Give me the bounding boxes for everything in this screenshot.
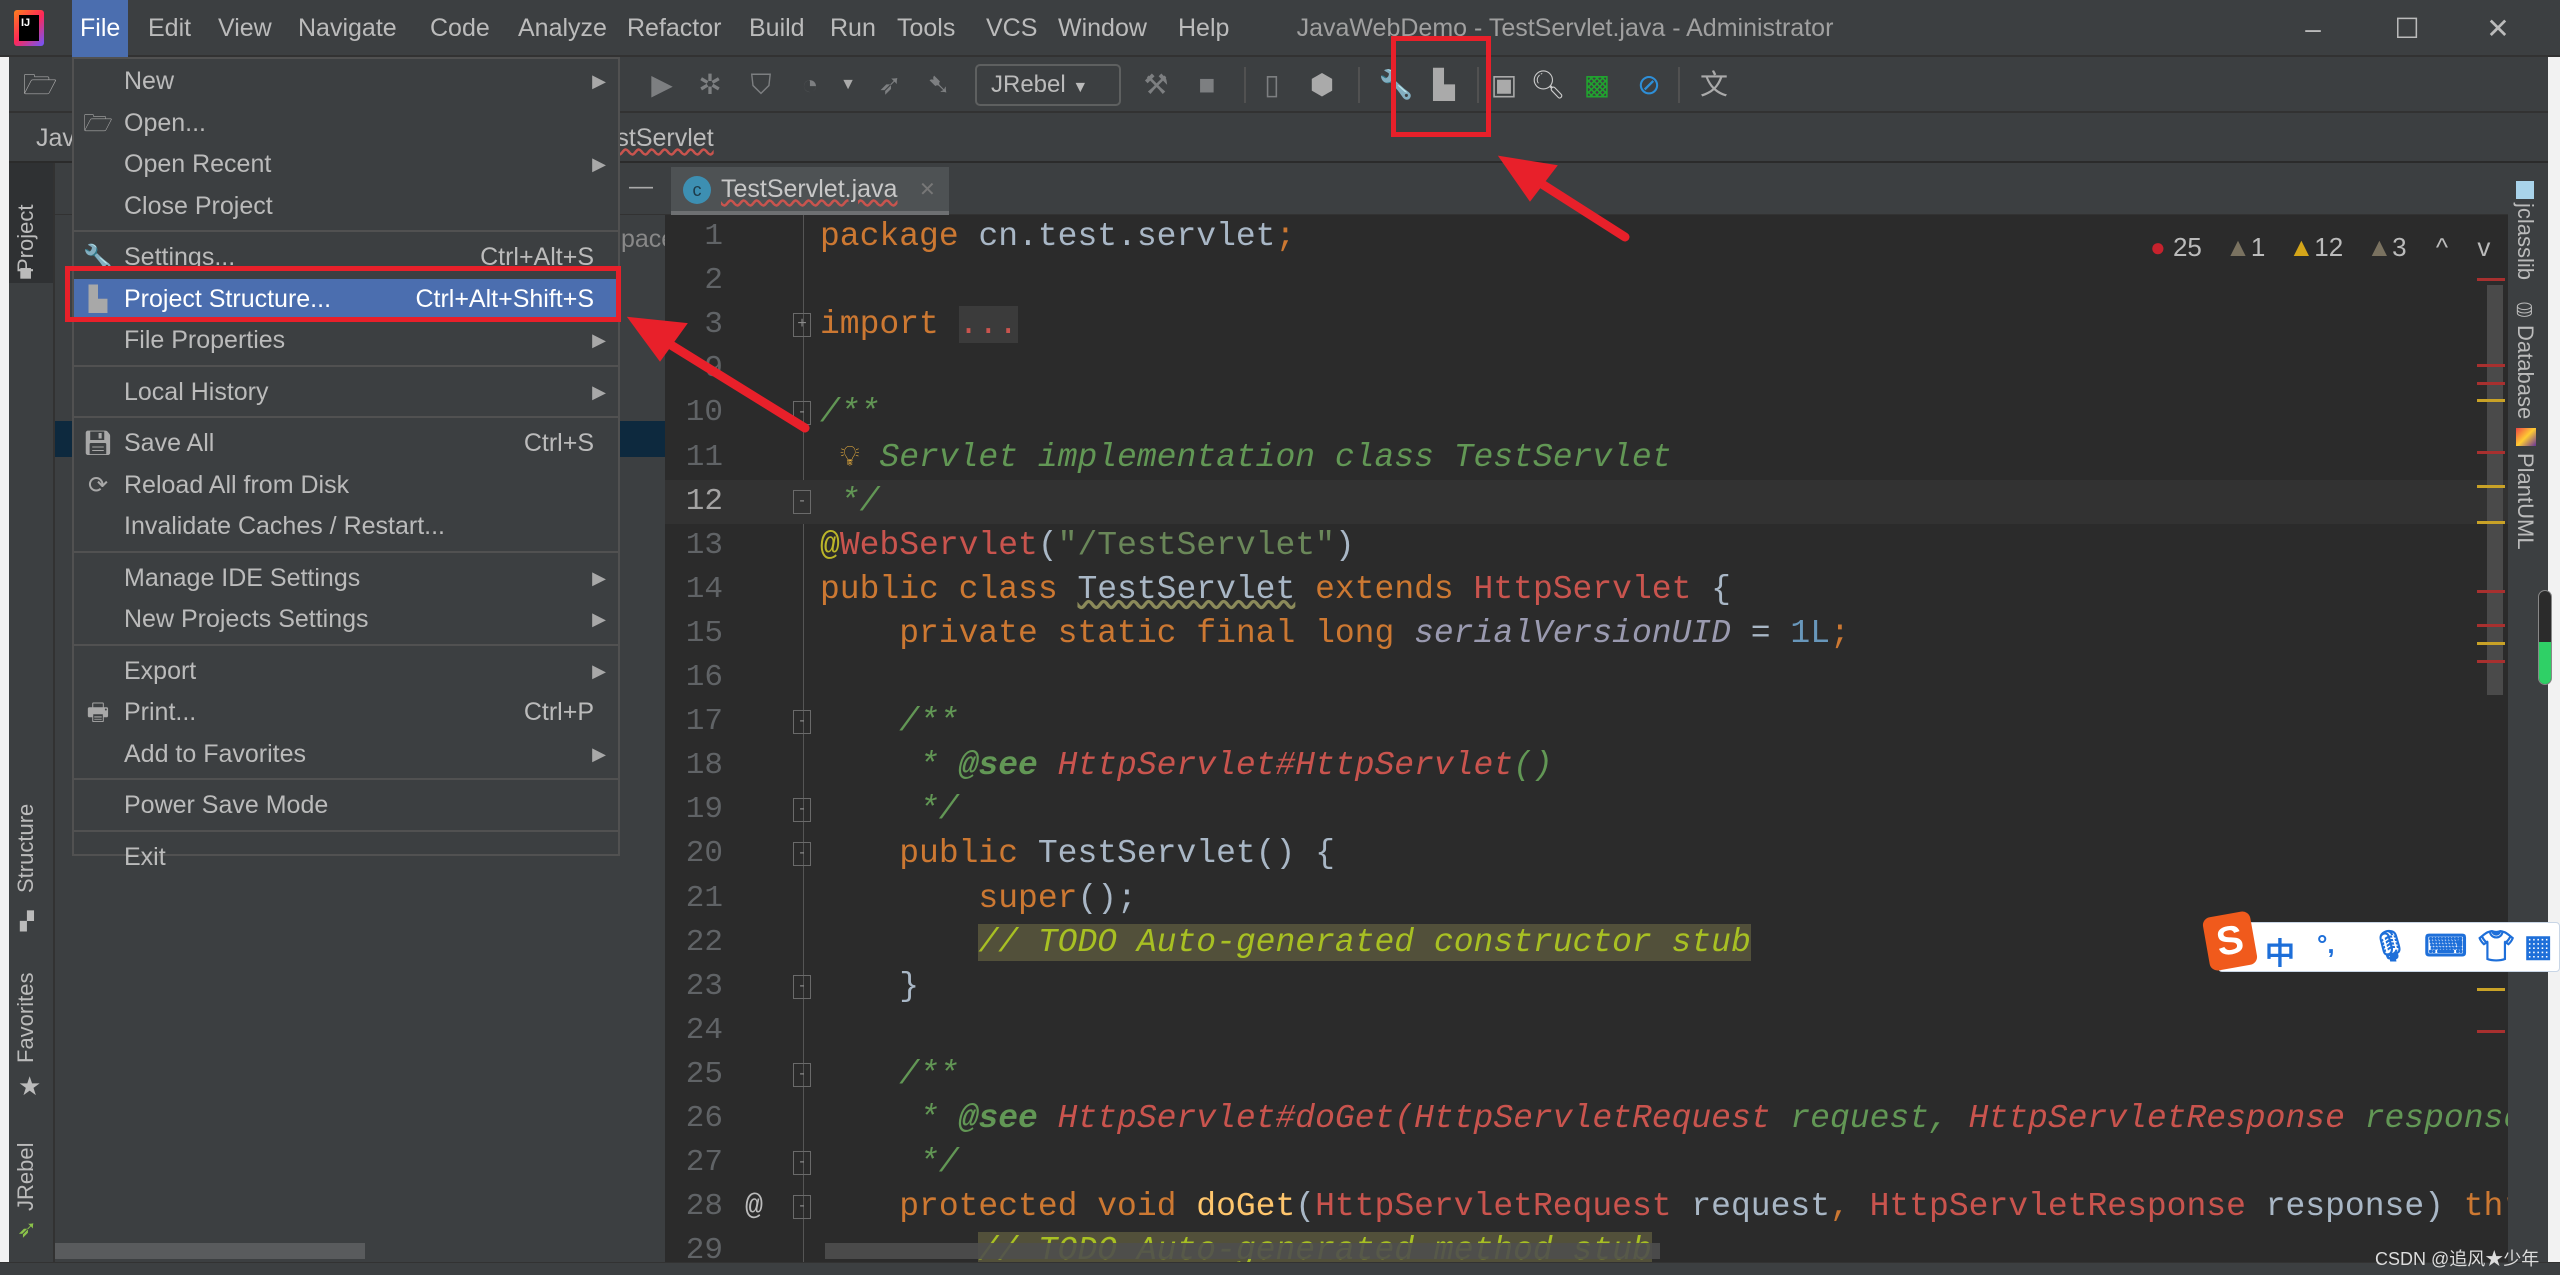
arrow-to-menu-item [645, 327, 810, 433]
arrowhead [1497, 155, 1558, 202]
annotation-arrows [626, 155, 1630, 433]
